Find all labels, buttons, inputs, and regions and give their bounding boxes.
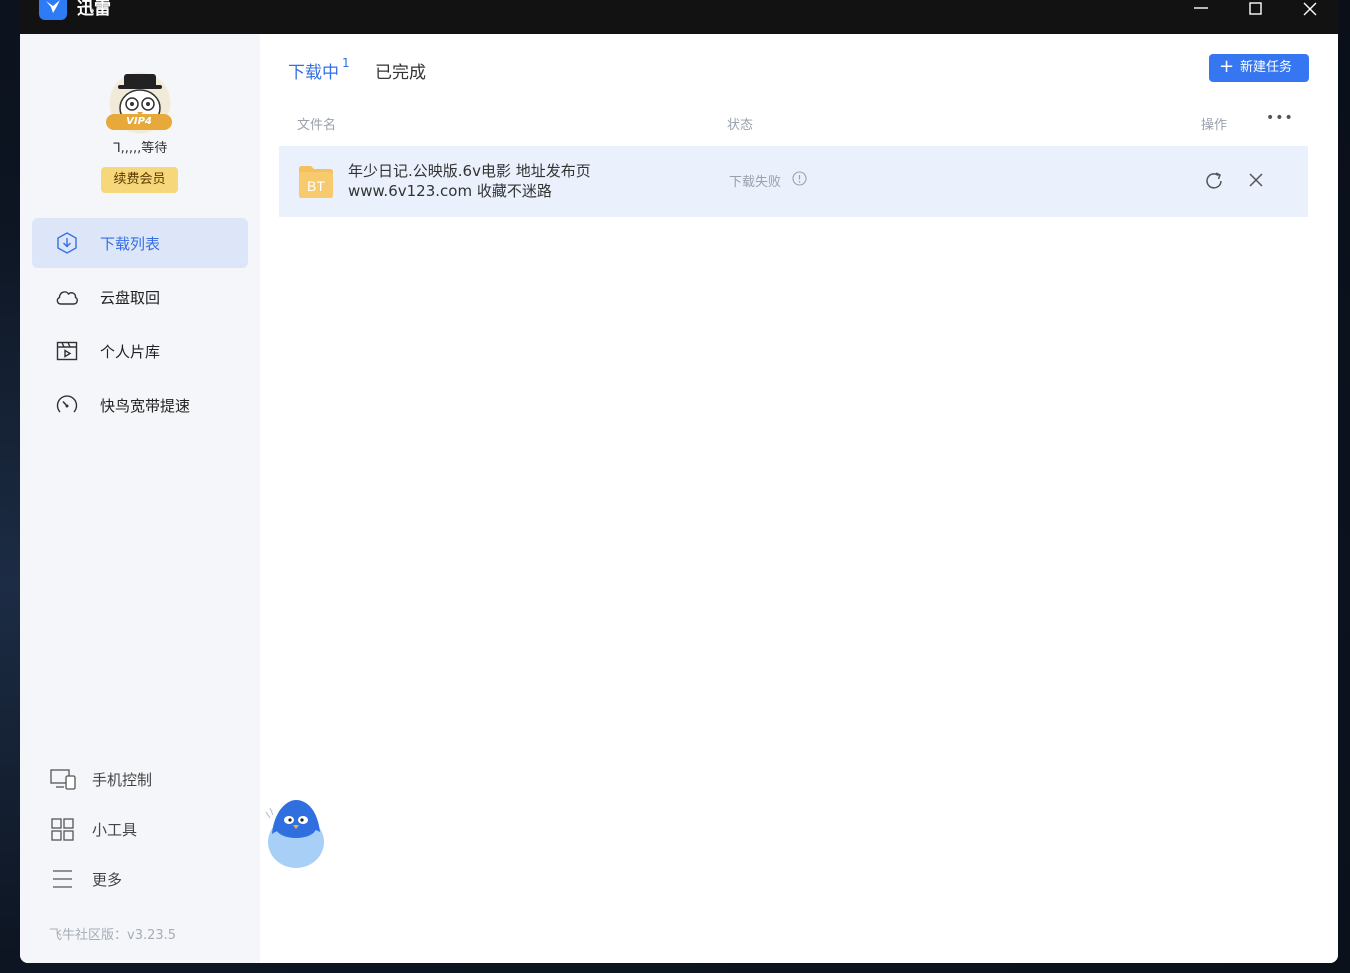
minimize-button[interactable]	[1178, 0, 1224, 18]
bottom-item-label: 手机控制	[92, 770, 153, 789]
menu-icon	[53, 870, 72, 888]
nav-item-cloud-retrieve[interactable]: 云盘取回	[32, 272, 248, 322]
tools-item[interactable]: 小工具	[50, 814, 230, 844]
delete-task-icon[interactable]	[1246, 170, 1266, 190]
tab-downloading-count: 1	[342, 56, 350, 70]
close-window-button[interactable]	[1287, 0, 1333, 18]
retry-icon[interactable]	[1203, 170, 1225, 192]
nav-label: 个人片库	[100, 342, 161, 361]
renew-membership-button[interactable]: 续费会员	[101, 167, 178, 193]
nav-label: 下载列表	[100, 234, 161, 253]
app-window: 迅雷 VIP4 ᒣ,,,,,等待 续费会员 下载列表 云盘取回 个人片库 快鸟宽…	[20, 0, 1338, 963]
title-bar: 迅雷	[20, 0, 1338, 34]
xunlei-logo-icon	[39, 0, 67, 20]
vip-badge: VIP4	[106, 114, 172, 130]
sidebar: VIP4 ᒣ,,,,,等待 续费会员 下载列表 云盘取回 个人片库 快鸟宽带提速…	[20, 34, 260, 963]
nav-item-broadband-speedup[interactable]: 快鸟宽带提速	[32, 380, 248, 430]
bt-folder-icon: BT	[299, 166, 333, 198]
nav-item-download-list[interactable]: 下载列表	[32, 218, 248, 268]
close-icon	[1303, 2, 1317, 16]
tab-downloading[interactable]: 下载中	[288, 58, 339, 83]
cloud-icon	[56, 291, 78, 305]
phone-control-item[interactable]: 手机控制	[50, 764, 230, 794]
username: ᒣ,,,,,等待	[112, 141, 168, 156]
new-task-button[interactable]: + 新建任务	[1209, 54, 1309, 82]
maximize-button[interactable]	[1233, 0, 1279, 18]
bottom-item-label: 更多	[92, 870, 123, 889]
bottom-item-label: 小工具	[92, 820, 138, 839]
phone-control-icon	[50, 769, 76, 790]
grid-tools-icon	[51, 818, 74, 841]
column-header-actions: 操作	[1201, 118, 1228, 133]
mascot-bird-icon[interactable]	[264, 798, 328, 870]
svg-text:BT: BT	[307, 178, 325, 194]
new-task-label: 新建任务	[1240, 60, 1293, 75]
tab-completed[interactable]: 已完成	[375, 58, 426, 83]
nav-label: 云盘取回	[100, 288, 161, 307]
more-item[interactable]: 更多	[50, 864, 230, 894]
info-icon[interactable]	[792, 171, 807, 186]
main-panel: 下载中 1 已完成 + 新建任务 文件名 状态 操作 ••• BT 年少日记.公…	[260, 34, 1338, 963]
column-header-status: 状态	[727, 118, 754, 133]
column-header-filename: 文件名	[297, 118, 337, 133]
task-status: 下载失败	[729, 175, 782, 190]
task-row[interactable]: BT 年少日记.公映版.6v电影 地址发布页 www.6v123.com 收藏不…	[279, 146, 1308, 217]
more-options-icon[interactable]: •••	[1266, 110, 1294, 126]
app-title: 迅雷	[77, 0, 111, 19]
speedometer-icon	[56, 395, 78, 413]
nav-item-personal-library[interactable]: 个人片库	[32, 326, 248, 376]
download-circle-icon	[57, 232, 77, 254]
file-name: 年少日记.公映版.6v电影 地址发布页 www.6v123.com 收藏不迷路	[348, 162, 591, 200]
plus-icon: +	[1219, 56, 1235, 77]
minimize-icon	[1194, 7, 1208, 9]
version-label: 飞牛社区版：v3.23.5	[49, 928, 177, 943]
video-library-icon	[56, 341, 78, 361]
maximize-icon	[1249, 2, 1262, 15]
nav-label: 快鸟宽带提速	[100, 396, 191, 415]
